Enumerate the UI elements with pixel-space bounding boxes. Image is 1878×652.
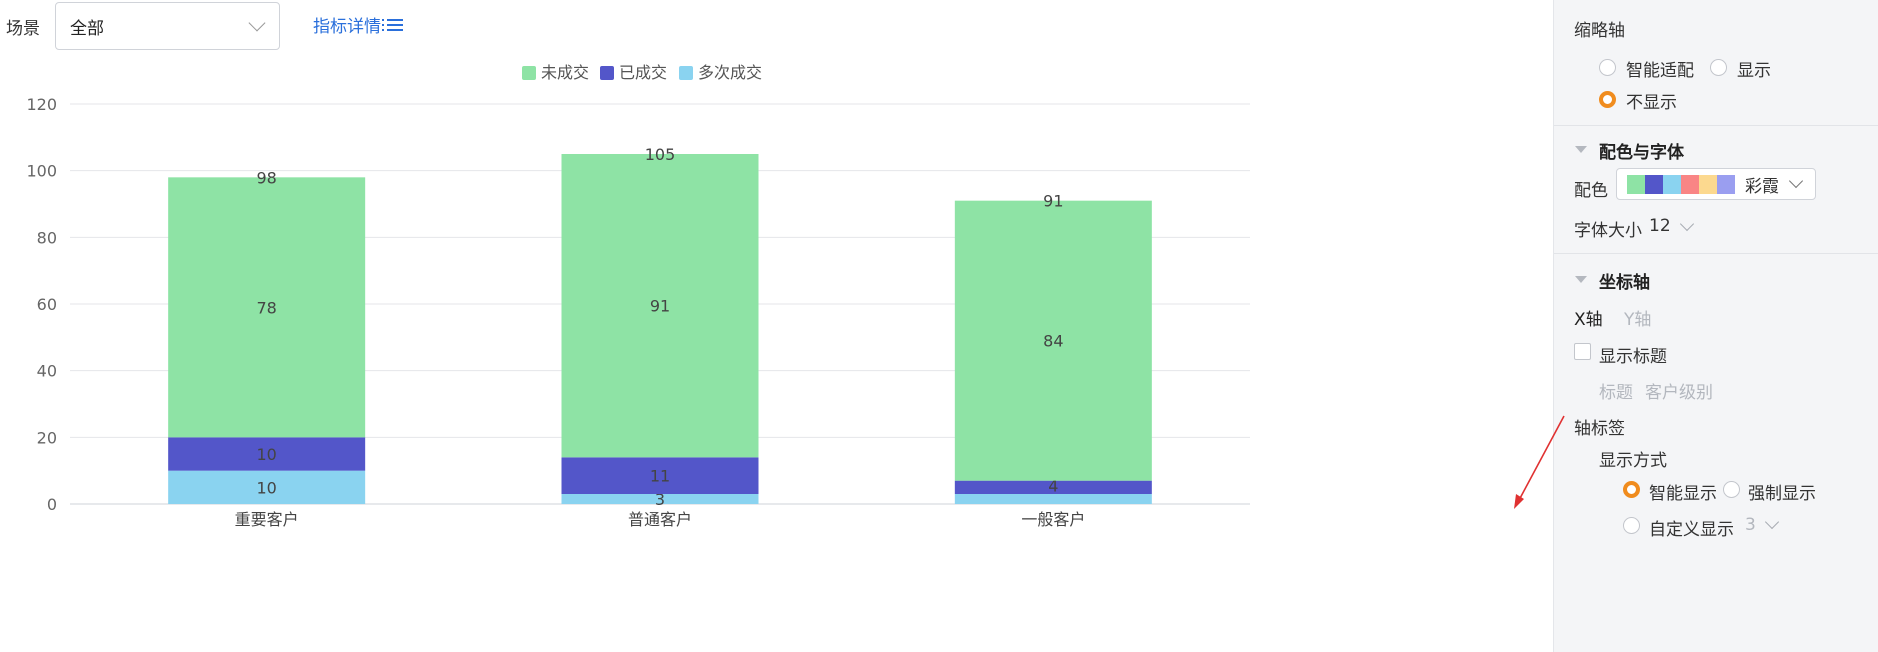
radio-show[interactable] bbox=[1710, 59, 1727, 76]
x-tick-label: 普通客户 bbox=[628, 510, 692, 529]
x-tick-label: 一般客户 bbox=[1021, 510, 1085, 529]
radio-custom-display[interactable] bbox=[1623, 517, 1640, 534]
display-option-label: 强制显示 bbox=[1748, 484, 1816, 504]
thumb-axis-option-label: 不显示 bbox=[1626, 93, 1677, 113]
y-tick-label: 100 bbox=[26, 162, 57, 181]
tab-y-axis[interactable]: Y轴 bbox=[1624, 305, 1651, 330]
palette-swatch bbox=[1645, 174, 1663, 194]
collapse-triangle-icon[interactable] bbox=[1575, 146, 1587, 153]
palette-swatches bbox=[1627, 174, 1735, 194]
display-option-label: 自定义显示 bbox=[1649, 520, 1734, 540]
radio-force-display[interactable] bbox=[1723, 481, 1740, 498]
thumb-axis-title: 缩略轴 bbox=[1574, 21, 1625, 41]
settings-panel: 缩略轴 智能适配 显示 不显示 配色与字体 配色 彩霞 字体大小 12 坐标轴 … bbox=[1553, 0, 1878, 652]
bar-segment-label: 10 bbox=[256, 445, 276, 464]
bar-total-label: 98 bbox=[256, 168, 276, 187]
scene-select[interactable]: 全部 bbox=[55, 2, 280, 50]
palette-name: 彩霞 bbox=[1745, 176, 1779, 197]
chart-area: 场景 全部 指标详情 0 20 40 60 80 100 120 10 10 78 98 重要客户 3 1… bbox=[0, 0, 1553, 652]
annotation-arrow bbox=[1514, 415, 1565, 509]
y-tick-label: 0 bbox=[47, 495, 57, 514]
radio-smart-display-selected[interactable] bbox=[1623, 481, 1640, 498]
axis-section-title: 坐标轴 bbox=[1599, 273, 1650, 293]
chevron-down-icon bbox=[1679, 216, 1695, 232]
font-size-value: 12 bbox=[1649, 216, 1671, 236]
legend-swatch bbox=[600, 66, 614, 80]
show-title-label: 显示标题 bbox=[1599, 347, 1667, 367]
legend-swatch bbox=[522, 66, 536, 80]
palette-swatch bbox=[1717, 174, 1735, 194]
display-option-label: 智能显示 bbox=[1649, 484, 1717, 504]
chevron-down-icon bbox=[1764, 514, 1780, 530]
chevron-down-icon bbox=[248, 14, 266, 32]
divider bbox=[1554, 253, 1878, 254]
y-tick-label: 60 bbox=[37, 295, 57, 314]
x-tick-label: 重要客户 bbox=[235, 510, 299, 529]
bar-segment-label: 91 bbox=[650, 297, 670, 316]
display-mode-label: 显示方式 bbox=[1599, 451, 1667, 471]
legend-swatch bbox=[679, 66, 693, 80]
stacked-bar-chart: 02040608010012010107898重要客户31191105普通客户4… bbox=[26, 63, 1250, 529]
scene-label: 场景 bbox=[6, 19, 40, 39]
thumb-axis-option-label: 智能适配 bbox=[1626, 61, 1694, 81]
legend-label: 未成交 bbox=[541, 63, 589, 82]
app-root: 场景 全部 指标详情 0 20 40 60 80 100 120 10 10 78 98 重要客户 3 1… bbox=[0, 0, 1878, 652]
bar-segment-label: 11 bbox=[650, 467, 670, 486]
list-icon bbox=[382, 18, 403, 32]
show-title-checkbox[interactable] bbox=[1574, 343, 1591, 360]
scene-select-value: 全部 bbox=[70, 18, 104, 39]
tab-x-axis[interactable]: X轴 bbox=[1574, 305, 1603, 330]
y-tick-label: 120 bbox=[26, 95, 57, 114]
bar-segment-label: 10 bbox=[256, 478, 276, 497]
y-tick-label: 20 bbox=[37, 428, 57, 447]
bar-total-label: 91 bbox=[1043, 192, 1063, 211]
metric-details-label: 指标详情 bbox=[313, 17, 381, 37]
axis-title-label: 标题 bbox=[1599, 383, 1633, 403]
legend-label: 已成交 bbox=[619, 63, 667, 82]
palette-swatch bbox=[1627, 174, 1645, 194]
bar-segment-label: 84 bbox=[1043, 332, 1063, 351]
metric-details-link[interactable]: 指标详情 bbox=[313, 12, 403, 37]
palette-swatch bbox=[1681, 174, 1699, 194]
color-palette-select[interactable]: 彩霞 bbox=[1616, 168, 1816, 200]
thumb-axis-option-label: 显示 bbox=[1737, 61, 1771, 81]
collapse-triangle-icon[interactable] bbox=[1575, 276, 1587, 283]
divider bbox=[1554, 125, 1878, 126]
y-tick-label: 40 bbox=[37, 362, 57, 381]
y-tick-label: 80 bbox=[37, 228, 57, 247]
font-size-label: 字体大小 bbox=[1574, 221, 1642, 241]
radio-hide-selected[interactable] bbox=[1599, 91, 1616, 108]
legend-label: 多次成交 bbox=[698, 63, 762, 82]
color-font-section-title: 配色与字体 bbox=[1599, 143, 1684, 163]
radio-smart[interactable] bbox=[1599, 59, 1616, 76]
chevron-down-icon bbox=[1788, 173, 1804, 189]
bar-total-label: 105 bbox=[645, 145, 676, 164]
axis-title-input[interactable]: 客户级别 bbox=[1645, 378, 1713, 403]
palette-swatch bbox=[1663, 174, 1681, 194]
color-label: 配色 bbox=[1574, 181, 1608, 201]
custom-count-value: 3 bbox=[1745, 515, 1756, 535]
bar-segment-label: 78 bbox=[256, 298, 276, 317]
palette-swatch bbox=[1699, 174, 1717, 194]
